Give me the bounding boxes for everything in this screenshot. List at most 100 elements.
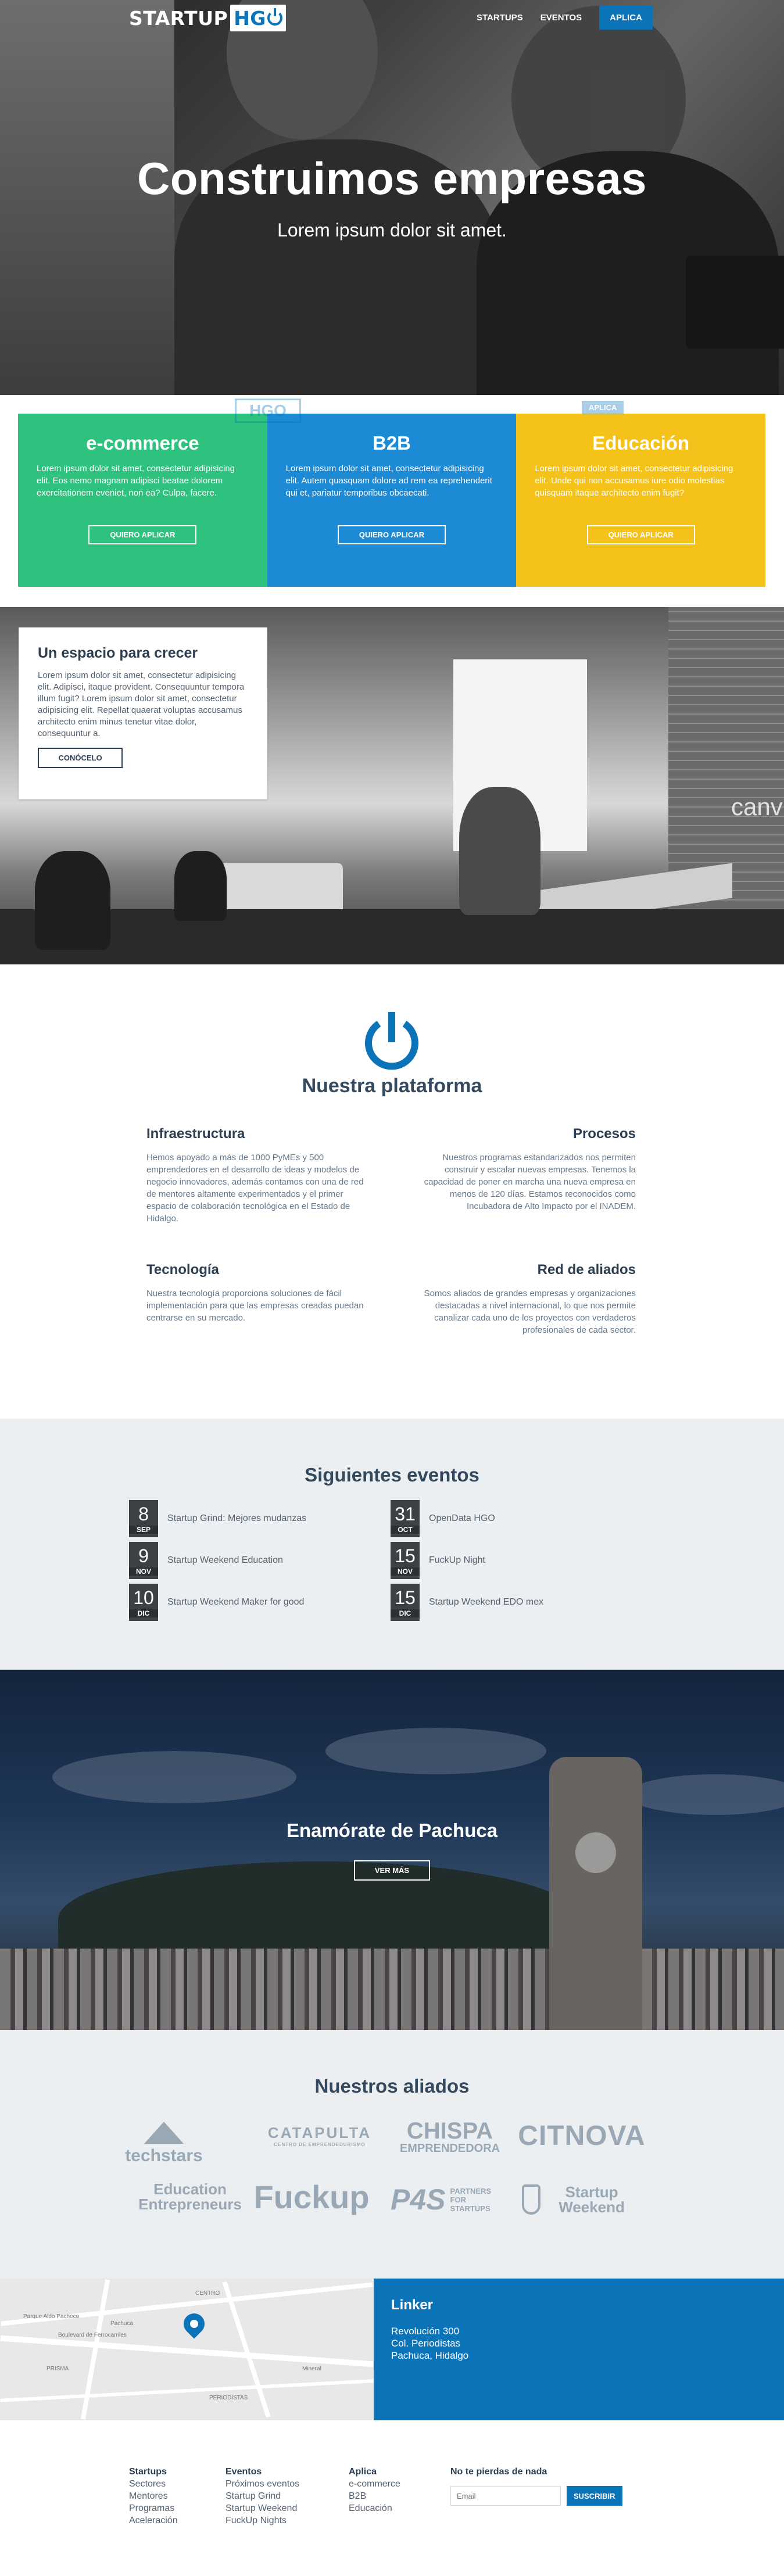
- card-b2b: B2B Lorem ipsum dolor sit amet, consecte…: [267, 414, 517, 587]
- citnova-logo[interactable]: CITNOVA: [518, 2118, 645, 2153]
- education-entrepreneurs-logo[interactable]: Education Entrepreneurs: [129, 2176, 251, 2217]
- p4s-logo[interactable]: P4S PARTNERS FOR STARTUPS: [391, 2176, 507, 2223]
- event-name: Startup Weekend Education: [167, 1555, 283, 1565]
- ghost-link-eventos: EVENTOS: [531, 403, 567, 412]
- feature-title: Tecnología: [146, 1262, 219, 1278]
- event-month: OCT: [391, 1526, 420, 1534]
- coworking-person: [174, 851, 227, 921]
- conocelo-button[interactable]: CONÓCELO: [38, 748, 123, 768]
- event-day: 10: [133, 1587, 154, 1608]
- nav-apply-button[interactable]: APLICA: [599, 6, 653, 30]
- techstars-logo[interactable]: techstars: [125, 2118, 203, 2169]
- sw-logo-text: Startup Weekend: [559, 2183, 625, 2216]
- contact-info: Linker Revolución 300 Col. Periodistas P…: [374, 2279, 784, 2420]
- map-label: Boulevard de Ferrocarriles: [58, 2332, 127, 2338]
- map-label: PERIODISTAS: [209, 2395, 248, 2401]
- catapulta-logo-sub: CENTRO DE EMPRENDEDURISMO: [274, 2142, 366, 2147]
- event-month: NOV: [129, 1567, 158, 1576]
- pachuca-overlay: [0, 1670, 784, 2030]
- event-day: 9: [138, 1545, 149, 1566]
- event-item[interactable]: 15 DIC Startup Weekend EDO mex: [391, 1583, 635, 1622]
- events-list-left: 8 SEP Startup Grind: Mejores mudanzas 9 NO…: [129, 1499, 373, 1624]
- location-map[interactable]: CENTRO Parque Aldo Pacheco Pachuca Boule…: [0, 2279, 374, 2420]
- event-month: NOV: [391, 1567, 420, 1576]
- ghost-logo: HGO: [235, 399, 301, 423]
- apply-b2b-button[interactable]: QUIERO APLICAR: [338, 525, 446, 544]
- ghost-sticky-nav: HGO STARTUPS EVENTOS APLICA: [0, 399, 784, 423]
- contact-title: Linker: [391, 2297, 434, 2313]
- event-item[interactable]: 8 SEP Startup Grind: Mejores mudanzas: [129, 1499, 373, 1538]
- footer-link[interactable]: Educación: [349, 2502, 400, 2514]
- event-item[interactable]: 10 DIC Startup Weekend Maker for good: [129, 1583, 373, 1622]
- chispa-logo-text: CHISPA: [406, 2118, 493, 2144]
- chispa-logo[interactable]: CHISPA EMPRENDEDORA: [392, 2118, 508, 2157]
- events-section: Siguientes eventos 8 SEP Startup Grind: M…: [0, 1419, 784, 1670]
- footer-link[interactable]: Aceleración: [129, 2514, 178, 2527]
- subscribe-button[interactable]: SUSCRIBIR: [567, 2486, 622, 2506]
- event-item[interactable]: 15 NOV FuckUp Night: [391, 1541, 635, 1580]
- footer-link[interactable]: Sectores: [129, 2478, 178, 2490]
- event-day: 15: [395, 1587, 416, 1608]
- footer-link[interactable]: Startup Weekend: [225, 2502, 299, 2514]
- program-cards: e-commerce Lorem ipsum dolor sit amet, c…: [18, 414, 766, 587]
- footer-col-title[interactable]: Eventos: [225, 2466, 299, 2478]
- apply-ecommerce-button[interactable]: QUIERO APLICAR: [88, 525, 197, 544]
- event-day: 8: [138, 1504, 149, 1524]
- footer-link[interactable]: Mentores: [129, 2490, 178, 2502]
- newsletter-title: No te pierdas de nada: [450, 2467, 547, 2477]
- fuckup-logo[interactable]: Fuckup: [253, 2176, 369, 2217]
- event-month: DIC: [391, 1609, 420, 1617]
- footer-link[interactable]: B2B: [349, 2490, 400, 2502]
- card-ecommerce: e-commerce Lorem ipsum dolor sit amet, c…: [18, 414, 267, 587]
- address-line: Col. Periodistas: [391, 2338, 461, 2349]
- footer-col-title[interactable]: Aplica: [349, 2466, 400, 2478]
- map-label: PRISMA: [46, 2366, 69, 2372]
- event-day: 31: [395, 1504, 416, 1524]
- contact-section: CENTRO Parque Aldo Pacheco Pachuca Boule…: [0, 2279, 784, 2420]
- ver-mas-button[interactable]: VER MÁS: [354, 1860, 430, 1881]
- feature-text: Somos aliados de grandes empresas y orga…: [424, 1289, 636, 1335]
- feature-title: Infraestructura: [146, 1126, 245, 1142]
- map-label: Pachuca: [110, 2320, 133, 2327]
- map-road: [0, 2379, 374, 2402]
- citnova-logo-text: CITNOVA: [518, 2120, 646, 2151]
- footer-link[interactable]: e-commerce: [349, 2478, 400, 2490]
- feature-procesos: Procesos Nuestros programas estandarizad…: [409, 1126, 636, 1212]
- footer-link[interactable]: Próximos eventos: [225, 2478, 299, 2490]
- nav-link-startups[interactable]: STARTUPS: [477, 13, 523, 23]
- footer-link[interactable]: FuckUp Nights: [225, 2514, 299, 2527]
- edu-logo-text: Education Entrepreneurs: [138, 2180, 242, 2213]
- map-pin-icon[interactable]: [179, 2309, 209, 2339]
- event-name: FuckUp Night: [429, 1555, 485, 1565]
- apply-educacion-button[interactable]: QUIERO APLICAR: [586, 525, 695, 544]
- footer-col-aplica: Aplica e-commerce B2B Educación: [349, 2466, 400, 2514]
- space-text: Lorem ipsum dolor sit amet, consectetur …: [38, 670, 245, 738]
- allies-title: Nuestros aliados: [314, 2075, 470, 2097]
- nav-link-eventos[interactable]: EVENTOS: [540, 13, 582, 23]
- catapulta-logo[interactable]: CATAPULTA CENTRO DE EMPRENDEDURISMO: [264, 2118, 375, 2153]
- address-line: Revolución 300: [391, 2326, 460, 2337]
- hero-subtitle: Lorem ipsum dolor sit amet.: [277, 220, 507, 241]
- p4s-logo-sub: PARTNERS FOR STARTUPS: [450, 2186, 492, 2213]
- footer-link[interactable]: Programas: [129, 2502, 178, 2514]
- event-item[interactable]: 31 OCT OpenData HGO: [391, 1499, 635, 1538]
- footer: Startups Sectores Mentores Programas Ace…: [0, 2420, 784, 2576]
- startup-weekend-logo[interactable]: Startup Weekend: [522, 2176, 638, 2223]
- event-day: 15: [395, 1545, 416, 1566]
- footer-link[interactable]: Startup Grind: [225, 2490, 299, 2502]
- footer-col-eventos: Eventos Próximos eventos Startup Grind S…: [225, 2466, 299, 2527]
- card-title: Educación: [592, 432, 690, 454]
- logo-word: STARTUP: [129, 6, 228, 30]
- event-item[interactable]: 9 NOV Startup Weekend Education: [129, 1541, 373, 1580]
- event-date: 31 OCT: [391, 1500, 420, 1537]
- chispa-logo-sub: EMPRENDEDORA: [399, 2142, 500, 2155]
- newsletter: No te pierdas de nada SUSCRIBIR: [450, 2466, 622, 2506]
- card-educacion: Educación Lorem ipsum dolor sit amet, co…: [516, 414, 766, 587]
- footer-col-title[interactable]: Startups: [129, 2466, 178, 2478]
- power-icon: [365, 1012, 418, 1070]
- event-date: 8 SEP: [129, 1500, 158, 1537]
- email-input[interactable]: [450, 2486, 561, 2506]
- event-name: Startup Grind: Mejores mudanzas: [167, 1513, 307, 1523]
- site-logo[interactable]: STARTUP HG: [129, 3, 286, 33]
- card-title: e-commerce: [86, 432, 199, 454]
